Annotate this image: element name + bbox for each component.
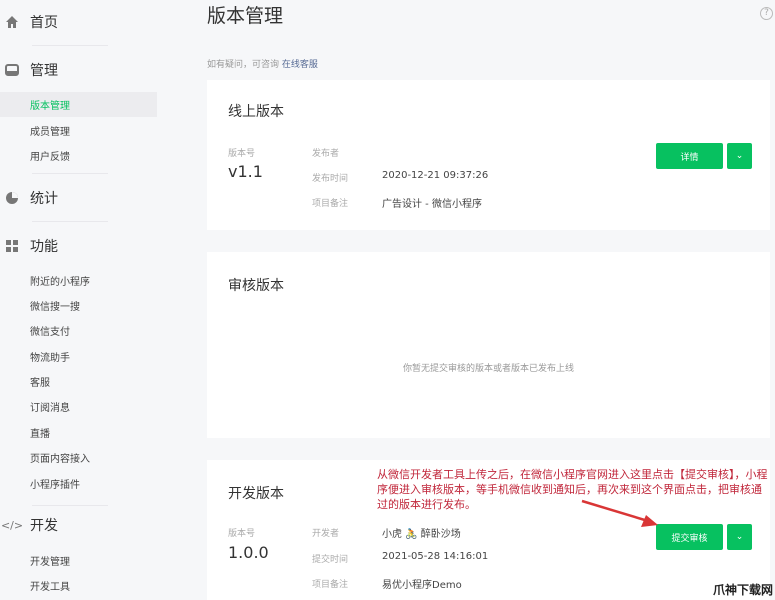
annotation-arrow — [581, 499, 658, 527]
watermark: 爪神下载网 — [712, 583, 773, 597]
